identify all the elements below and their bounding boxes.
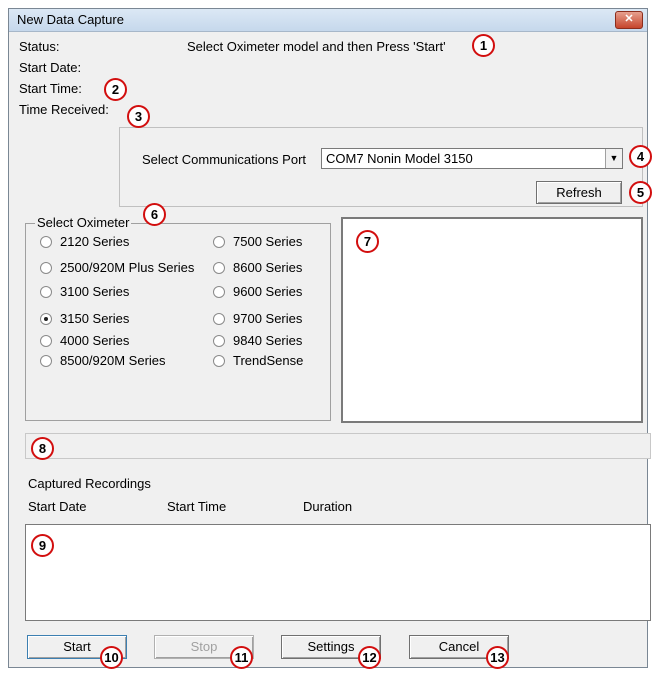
radio-indicator <box>213 235 225 248</box>
start-date-label: Start Date: <box>19 60 82 75</box>
radio-9600-series[interactable]: 9600 Series <box>213 284 302 299</box>
callout-4: 4 <box>629 145 652 168</box>
radio-3100-series[interactable]: 3100 Series <box>40 284 129 299</box>
radio-indicator-selected <box>40 312 52 325</box>
radio-8500-920m-series[interactable]: 8500/920M Series <box>40 353 166 368</box>
radio-label: 9840 Series <box>233 333 303 348</box>
radio-2500-920m-plus-series[interactable]: 2500/920M Plus Series <box>40 260 194 275</box>
radio-label: 2500/920M Plus Series <box>60 260 195 275</box>
radio-4000-series[interactable]: 4000 Series <box>40 333 129 348</box>
radio-label: 3100 Series <box>60 284 130 299</box>
title-bar: New Data Capture ✕ <box>9 9 647 32</box>
radio-3150-series[interactable]: 3150 Series <box>40 311 129 326</box>
comm-port-value: COM7 Nonin Model 3150 <box>326 151 473 166</box>
radio-label: 9700 Series <box>233 311 303 326</box>
callout-6: 6 <box>143 203 166 226</box>
callout-9: 9 <box>31 534 54 557</box>
radio-9700-series[interactable]: 9700 Series <box>213 311 302 326</box>
radio-trendsense[interactable]: TrendSense <box>213 353 303 368</box>
radio-label: 7500 Series <box>233 234 303 249</box>
callout-2: 2 <box>104 78 127 101</box>
radio-label: TrendSense <box>233 353 304 368</box>
column-header-start-time: Start Time <box>167 499 227 514</box>
column-header-start-date: Start Date <box>28 499 87 514</box>
status-text: Select Oximeter model and then Press 'St… <box>187 39 446 54</box>
window-title: New Data Capture <box>17 12 124 27</box>
radio-label: 3150 Series <box>60 311 130 326</box>
oximeter-info-box <box>341 217 643 423</box>
callout-13: 13 <box>486 646 509 669</box>
callout-1: 1 <box>472 34 495 57</box>
callout-5: 5 <box>629 181 652 204</box>
close-button[interactable]: ✕ <box>615 11 643 29</box>
refresh-button[interactable]: Refresh <box>536 181 622 204</box>
captured-recordings-list[interactable] <box>25 524 651 621</box>
callout-7: 7 <box>356 230 379 253</box>
chevron-down-icon[interactable]: ▼ <box>605 149 622 168</box>
radio-2120-series[interactable]: 2120 Series <box>40 234 129 249</box>
capture-progress-bar <box>25 433 651 459</box>
captured-recordings-heading: Captured Recordings <box>28 476 151 491</box>
radio-label: 2120 Series <box>60 234 130 249</box>
radio-indicator <box>213 354 225 367</box>
radio-indicator <box>40 261 52 274</box>
radio-indicator <box>213 312 225 325</box>
radio-indicator <box>40 235 52 248</box>
radio-indicator <box>40 285 52 298</box>
radio-label: 8500/920M Series <box>60 353 166 368</box>
time-received-label: Time Received: <box>19 102 109 117</box>
status-label: Status: <box>19 39 60 54</box>
radio-indicator <box>213 334 225 347</box>
callout-10: 10 <box>100 646 123 669</box>
radio-indicator <box>213 261 225 274</box>
radio-indicator <box>40 334 52 347</box>
comm-port-select[interactable]: COM7 Nonin Model 3150 ▼ <box>321 148 623 169</box>
callout-11: 11 <box>230 646 253 669</box>
comm-port-label: Select Communications Port <box>142 152 307 167</box>
radio-9840-series[interactable]: 9840 Series <box>213 333 302 348</box>
new-data-capture-window: New Data Capture ✕ Status: Select Oximet… <box>8 8 651 668</box>
callout-12: 12 <box>358 646 381 669</box>
start-time-label: Start Time: <box>19 81 82 96</box>
radio-label: 4000 Series <box>60 333 130 348</box>
column-header-duration: Duration <box>303 499 353 514</box>
radio-8600-series[interactable]: 8600 Series <box>213 260 302 275</box>
radio-label: 8600 Series <box>233 260 303 275</box>
radio-7500-series[interactable]: 7500 Series <box>213 234 302 249</box>
radio-label: 9600 Series <box>233 284 303 299</box>
callout-8: 8 <box>31 437 54 460</box>
select-oximeter-legend: Select Oximeter <box>35 215 132 230</box>
radio-indicator <box>40 354 52 367</box>
callout-3: 3 <box>127 105 150 128</box>
radio-indicator <box>213 285 225 298</box>
